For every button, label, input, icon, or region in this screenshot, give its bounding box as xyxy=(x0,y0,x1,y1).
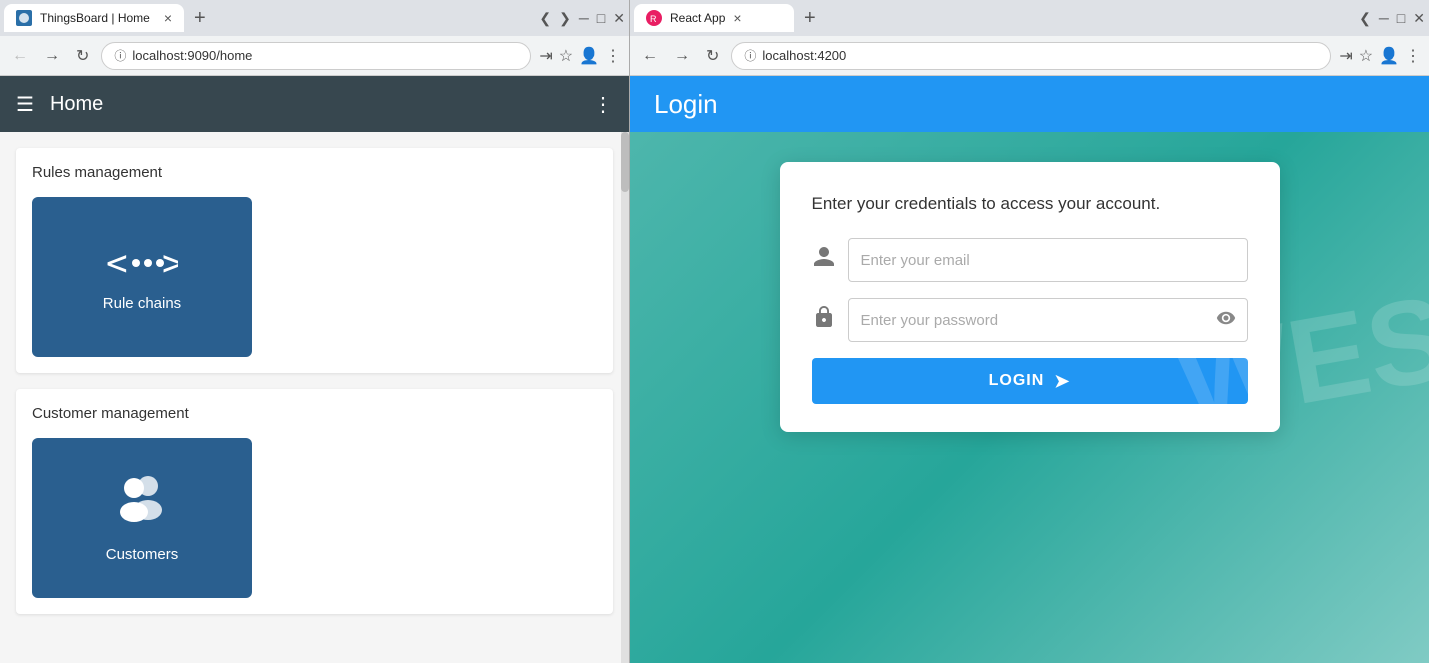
right-forward-button[interactable]: → xyxy=(670,45,694,67)
right-tab-favicon: R xyxy=(646,10,662,26)
left-url-text: localhost:9090/home xyxy=(132,48,252,63)
left-address-bar-right: ⇥ ☆ 👤 ⋮ xyxy=(539,46,621,66)
maximize-btn[interactable]: □ xyxy=(597,10,605,26)
right-maximize-btn[interactable]: □ xyxy=(1397,10,1405,26)
login-card: Enter your credentials to access your ac… xyxy=(780,162,1280,432)
right-more-options-icon[interactable]: ⋮ xyxy=(1405,46,1421,66)
rule-chains-tile[interactable]: < > Rule chains xyxy=(32,197,252,357)
left-browser: ThingsBoard | Home × + ❮ ❯ ─ □ ✕ ← → ↻ ⓘ… xyxy=(0,0,630,663)
customer-section-title: Customer management xyxy=(32,405,597,422)
reload-button[interactable]: ↻ xyxy=(72,44,93,68)
lock-icon: ⓘ xyxy=(114,47,126,64)
cast-icon[interactable]: ⇥ xyxy=(539,46,552,66)
sidebar-toggle-icon[interactable]: ☰ xyxy=(16,92,34,117)
login-button-label: LOGIN xyxy=(989,372,1045,390)
customers-label: Customers xyxy=(106,546,179,563)
rule-chains-icon: < > xyxy=(106,243,178,283)
more-options-icon[interactable]: ⋮ xyxy=(605,46,621,66)
svg-text:<: < xyxy=(106,243,128,283)
new-tab-button[interactable]: + xyxy=(188,7,212,30)
right-back-button[interactable]: ← xyxy=(638,45,662,67)
login-header: Login xyxy=(630,76,1429,132)
right-url-text: localhost:4200 xyxy=(762,48,846,63)
right-minimize-btn[interactable]: ─ xyxy=(1379,10,1389,26)
login-subtitle: Enter your credentials to access your ac… xyxy=(812,194,1248,214)
login-arrow-icon: ➤ xyxy=(1054,371,1070,392)
tab-scroll-right[interactable]: ❯ xyxy=(559,10,571,27)
bookmark-icon[interactable]: ☆ xyxy=(559,46,573,66)
right-tab-list-icon[interactable]: ❮ xyxy=(1359,10,1371,27)
login-button[interactable]: LOGIN ➤ xyxy=(812,358,1248,404)
left-url-box[interactable]: ⓘ localhost:9090/home xyxy=(101,42,531,70)
toggle-password-icon[interactable] xyxy=(1216,308,1236,333)
left-tab-title: ThingsBoard | Home xyxy=(40,11,156,25)
right-tab-close[interactable]: × xyxy=(733,10,741,26)
left-tab-favicon xyxy=(16,10,32,26)
scrollbar-track xyxy=(621,132,629,663)
svg-text:>: > xyxy=(162,243,178,283)
right-address-bar-right: ⇥ ☆ 👤 ⋮ xyxy=(1339,46,1421,66)
rules-section-title: Rules management xyxy=(32,164,597,181)
email-input-row xyxy=(812,238,1248,282)
login-body: WES Enter your credentials to access you… xyxy=(630,132,1429,663)
close-window-btn[interactable]: ✕ xyxy=(613,10,625,27)
customer-management-section: Customer management xyxy=(16,389,613,614)
left-tab-bar-controls: ❮ ❯ ─ □ ✕ xyxy=(539,10,625,27)
right-close-window-btn[interactable]: ✕ xyxy=(1413,10,1425,27)
customers-icon xyxy=(110,474,174,534)
forward-button[interactable]: → xyxy=(40,45,64,67)
right-browser: R React App × + ❮ ─ □ ✕ ← → ↻ ⓘ localhos… xyxy=(630,0,1429,663)
tab-list-icon[interactable]: ❮ xyxy=(539,10,551,27)
password-wrapper xyxy=(848,298,1248,342)
svg-text:R: R xyxy=(650,14,657,24)
person-icon xyxy=(812,245,836,275)
lock-field-icon xyxy=(812,305,836,335)
app-header: ☰ Home ⋮ xyxy=(0,76,629,132)
right-url-box[interactable]: ⓘ localhost:4200 xyxy=(731,42,1331,70)
customers-tile[interactable]: Customers xyxy=(32,438,252,598)
minimize-btn[interactable]: ─ xyxy=(579,10,589,26)
right-address-bar: ← → ↻ ⓘ localhost:4200 ⇥ ☆ 👤 ⋮ xyxy=(630,36,1429,76)
right-reload-button[interactable]: ↻ xyxy=(702,44,723,68)
left-tab-bar: ThingsBoard | Home × + ❮ ❯ ─ □ ✕ xyxy=(0,0,629,36)
left-tab-close[interactable]: × xyxy=(164,10,172,26)
password-input-row xyxy=(812,298,1248,342)
right-profile-icon[interactable]: 👤 xyxy=(1379,46,1399,66)
right-tab-bar-controls: ❮ ─ □ ✕ xyxy=(1359,10,1425,27)
right-tab-bar: R React App × + ❮ ─ □ ✕ xyxy=(630,0,1429,36)
react-app: Login WES Enter your credentials to acce… xyxy=(630,76,1429,663)
right-active-tab[interactable]: R React App × xyxy=(634,4,794,32)
left-address-bar: ← → ↻ ⓘ localhost:9090/home ⇥ ☆ 👤 ⋮ xyxy=(0,36,629,76)
profile-icon[interactable]: 👤 xyxy=(579,46,599,66)
back-button[interactable]: ← xyxy=(8,45,32,67)
header-more-icon[interactable]: ⋮ xyxy=(593,92,613,117)
email-input[interactable] xyxy=(848,238,1248,282)
right-tab-title: React App xyxy=(670,11,725,25)
right-bookmark-icon[interactable]: ☆ xyxy=(1359,46,1373,66)
login-page-title: Login xyxy=(654,89,718,120)
right-lock-icon: ⓘ xyxy=(744,47,756,64)
rules-management-section: Rules management < > xyxy=(16,148,613,373)
left-active-tab[interactable]: ThingsBoard | Home × xyxy=(4,4,184,32)
app-header-title: Home xyxy=(50,93,577,116)
rule-chains-label: Rule chains xyxy=(103,295,181,312)
main-content: Rules management < > xyxy=(0,132,629,663)
thingsboard-app: ☰ Home ⋮ Rules management < xyxy=(0,76,629,663)
scrollbar-thumb[interactable] xyxy=(621,132,629,192)
password-input[interactable] xyxy=(848,298,1248,342)
right-new-tab-button[interactable]: + xyxy=(798,7,822,30)
right-cast-icon[interactable]: ⇥ xyxy=(1339,46,1352,66)
